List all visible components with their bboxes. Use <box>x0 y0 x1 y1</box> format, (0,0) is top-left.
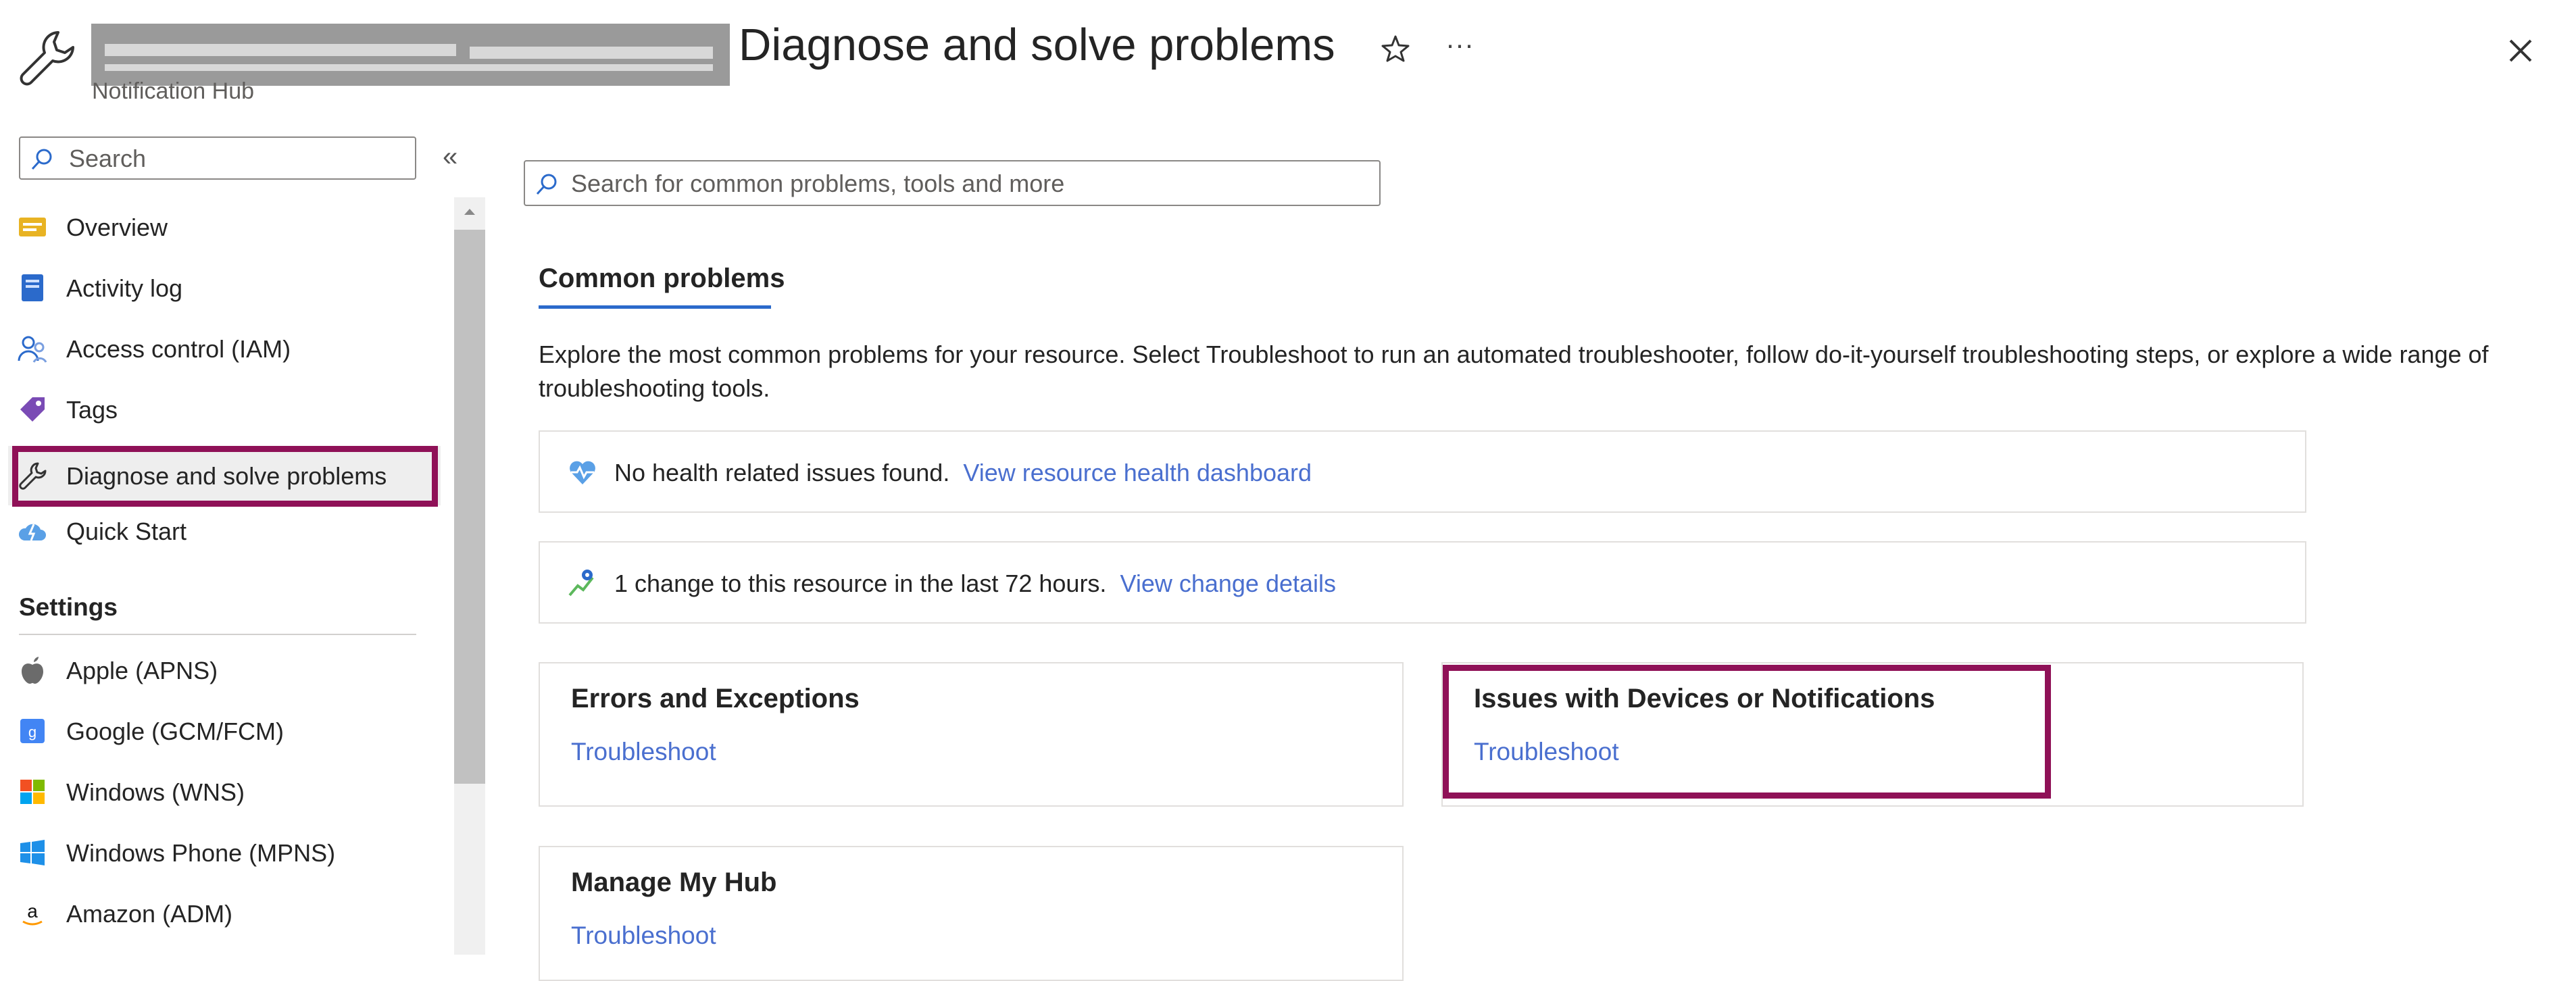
tab-common-problems[interactable]: Common problems <box>539 263 785 294</box>
overview-icon <box>18 212 47 242</box>
sidebar-item-google[interactable]: g Google (GCM/FCM) <box>8 701 441 761</box>
wrench-icon <box>16 27 78 89</box>
view-change-details-link[interactable]: View change details <box>1120 570 1336 597</box>
health-status-text: No health related issues found. <box>614 459 950 486</box>
svg-text:a: a <box>27 901 38 922</box>
troubleshoot-link[interactable]: Troubleshoot <box>571 738 716 766</box>
access-control-icon <box>18 334 47 363</box>
sidebar-item-label: Access control (IAM) <box>66 335 291 363</box>
windows-icon <box>18 777 47 807</box>
sidebar-item-label: Activity log <box>66 274 183 302</box>
sidebar-item-amazon[interactable]: a Amazon (ADM) <box>8 884 441 943</box>
highlight-box <box>1443 665 2051 799</box>
main-search-input[interactable] <box>524 160 1381 206</box>
close-icon[interactable] <box>2497 27 2544 74</box>
change-banner: 1 change to this resource in the last 72… <box>539 541 2306 624</box>
google-icon: g <box>18 716 47 746</box>
card-manage-my-hub: Manage My Hub Troubleshoot <box>539 846 1404 981</box>
more-options-button[interactable]: ··· <box>1436 28 1483 69</box>
sidebar-item-label: Overview <box>66 213 168 241</box>
sidebar-item-label: Amazon (ADM) <box>66 900 233 928</box>
change-analysis-icon <box>567 568 598 599</box>
scrollbar-thumb[interactable] <box>454 230 485 784</box>
sidebar-item-tags[interactable]: Tags <box>8 380 441 439</box>
divider <box>19 634 416 635</box>
svg-text:g: g <box>28 724 36 740</box>
view-resource-health-link[interactable]: View resource health dashboard <box>963 459 1312 486</box>
activity-log-icon <box>18 273 47 303</box>
sidebar-item-label: Windows (WNS) <box>66 778 245 806</box>
sidebar-item-label: Tags <box>66 396 118 424</box>
apple-icon <box>18 655 47 685</box>
favorite-star-icon[interactable] <box>1375 28 1416 69</box>
card-errors-and-exceptions: Errors and Exceptions Troubleshoot <box>539 662 1404 807</box>
resource-type-subtitle: Notification Hub <box>92 78 255 104</box>
description-text: Explore the most common problems for you… <box>539 341 2489 402</box>
sidebar-item-windows-wns[interactable]: Windows (WNS) <box>8 762 441 822</box>
sidebar-item-windows-phone[interactable]: Windows Phone (MPNS) <box>8 823 441 882</box>
page-title: Diagnose and solve problems <box>739 20 1335 70</box>
card-title: Errors and Exceptions <box>571 684 860 713</box>
main-search-field[interactable] <box>570 168 1370 199</box>
sidebar-search-field[interactable] <box>68 143 408 174</box>
sidebar-item-access-control[interactable]: Access control (IAM) <box>8 319 441 378</box>
settings-section-heading: Settings <box>19 593 118 621</box>
scroll-up-arrow-icon[interactable] <box>460 201 480 222</box>
search-icon <box>31 149 52 170</box>
highlight-box <box>12 446 438 507</box>
cloud-icon <box>18 516 47 546</box>
collapse-sidebar-button[interactable]: « <box>443 143 470 173</box>
sidebar-item-apple[interactable]: Apple (APNS) <box>8 640 441 700</box>
card-title: Manage My Hub <box>571 867 777 897</box>
troubleshoot-link[interactable]: Troubleshoot <box>571 922 716 950</box>
sidebar-item-overview[interactable]: Overview <box>8 197 441 257</box>
heart-pulse-icon <box>567 457 598 488</box>
amazon-icon: a <box>18 899 47 928</box>
sidebar-item-label: Quick Start <box>66 518 187 545</box>
health-banner: No health related issues found. View res… <box>539 430 2306 513</box>
sidebar-item-activity-log[interactable]: Activity log <box>8 258 441 318</box>
sidebar-item-quick-start[interactable]: Quick Start <box>8 501 441 561</box>
sidebar-search-input[interactable] <box>19 136 416 180</box>
active-tab-indicator <box>539 305 771 309</box>
tag-icon <box>18 395 47 424</box>
change-status-text: 1 change to this resource in the last 72… <box>614 570 1107 597</box>
sidebar-item-label: Apple (APNS) <box>66 657 218 684</box>
sidebar-item-label: Google (GCM/FCM) <box>66 718 284 745</box>
search-icon <box>536 174 557 195</box>
windows-phone-icon <box>18 838 47 867</box>
sidebar-item-label: Windows Phone (MPNS) <box>66 839 336 867</box>
